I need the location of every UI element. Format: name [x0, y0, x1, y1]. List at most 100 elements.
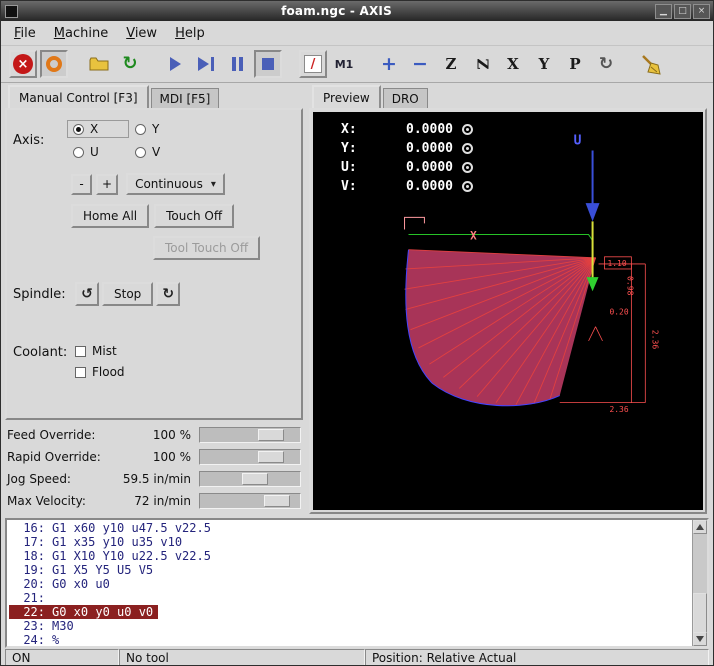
jog-minus-button[interactable]: - [71, 174, 92, 195]
view-x-icon: X [507, 55, 519, 73]
feed-override-label: Feed Override: [7, 428, 107, 442]
rotate-view-button[interactable]: ↻ [592, 50, 620, 78]
window-title: foam.ngc - AXIS [18, 4, 655, 18]
gcode-line[interactable]: 16:G1 x60 y10 u47.5 v22.5 [9, 521, 692, 535]
jog-mode-dropdown[interactable]: Continuous ▾ [126, 173, 225, 195]
gcode-line[interactable]: 21: [9, 591, 692, 605]
flood-checkbox[interactable]: Flood [75, 365, 125, 379]
dro-y-value: 0.0000 [365, 139, 453, 158]
pause-icon [232, 57, 243, 71]
axis-radio-y[interactable]: Y [129, 120, 191, 138]
dim-0-20-label: 0.20 [609, 307, 628, 316]
axis-radio-y-label: Y [152, 122, 159, 136]
run-button[interactable] [161, 50, 189, 78]
zoom-out-icon: − [412, 55, 428, 74]
scroll-up-icon[interactable] [693, 520, 707, 534]
titlebar[interactable]: foam.ngc - AXIS ▁ □ × [1, 1, 713, 21]
tool-touch-off-button: Tool Touch Off [153, 236, 260, 260]
main-area: Manual Control [F3] MDI [F5] Axis: X Y [1, 83, 713, 516]
skip-lines-button[interactable]: / [299, 50, 327, 78]
jog-speed-slider[interactable] [199, 471, 301, 487]
estop-button[interactable]: × [9, 50, 37, 78]
rotate-view-icon: ↻ [599, 54, 613, 74]
menu-help[interactable]: Help [166, 23, 214, 44]
tool-info-cell: No tool [119, 649, 365, 666]
feed-override-slider[interactable] [199, 427, 301, 443]
reload-button[interactable]: ↻ [116, 50, 144, 78]
gcode-line[interactable]: 24:% [9, 633, 692, 646]
gcode-line[interactable]: 17:G1 x35 y10 u35 v10 [9, 535, 692, 549]
broom-icon [640, 53, 662, 75]
radio-dot-icon [73, 147, 84, 158]
menu-machine[interactable]: Machine [45, 23, 117, 44]
gcode-listing: 16:G1 x60 y10 u47.5 v22.5 17:G1 x35 y10 … [5, 518, 709, 648]
machine-power-button[interactable] [40, 50, 68, 78]
slider-thumb[interactable] [258, 429, 284, 441]
preview-canvas[interactable]: 1.10 0.98 0.20 2.36 2.36 U X X: 0.0000 [313, 112, 703, 510]
max-velocity-label: Max Velocity: [7, 494, 107, 508]
window-icon [5, 5, 18, 18]
chevron-down-icon: ▾ [211, 179, 216, 190]
mist-checkbox[interactable]: Mist [75, 344, 125, 358]
tab-mdi[interactable]: MDI [F5] [151, 88, 220, 108]
home-all-button[interactable]: Home All [71, 204, 149, 228]
menu-view[interactable]: View [117, 23, 166, 44]
close-button[interactable]: × [693, 4, 710, 19]
rapid-override-slider[interactable] [199, 449, 301, 465]
machine-state-cell: ON [5, 649, 119, 666]
view-z-rotated-button[interactable]: Z [468, 50, 496, 78]
slider-thumb[interactable] [264, 495, 290, 507]
tab-dro[interactable]: DRO [383, 88, 428, 108]
view-x-button[interactable]: X [499, 50, 527, 78]
axis-label: Axis: [13, 133, 67, 148]
view-z-button[interactable]: Z [437, 50, 465, 78]
maximize-button[interactable]: □ [674, 4, 691, 19]
x-axis-label: X [470, 230, 477, 243]
axis-radio-v[interactable]: V [129, 143, 191, 161]
axis-radio-u[interactable]: U [67, 143, 129, 161]
optional-stop-button[interactable]: M1 [330, 50, 358, 78]
spindle-forward-button[interactable]: ↻ [156, 282, 180, 306]
max-velocity-value: 72 in/min [107, 494, 199, 508]
optional-stop-icon: M1 [335, 58, 354, 71]
view-y-button[interactable]: Y [530, 50, 558, 78]
dro-row-y: Y: 0.0000 [341, 139, 473, 158]
run-icon [170, 57, 181, 71]
gcode-line-active[interactable]: 22:G0 x0 y0 u0 v0 [9, 605, 692, 619]
view-perspective-button[interactable]: P [561, 50, 589, 78]
stop-button[interactable] [254, 50, 282, 78]
tab-manual-control[interactable]: Manual Control [F3] [8, 85, 149, 108]
axis-radio-x[interactable]: X [67, 120, 129, 138]
scroll-down-icon[interactable] [693, 632, 707, 646]
pause-button[interactable] [223, 50, 251, 78]
dro-readout: X: 0.0000 Y: 0.0000 U: 0.0000 [341, 120, 473, 196]
slider-thumb[interactable] [242, 473, 268, 485]
gcode-text[interactable]: 16:G1 x60 y10 u47.5 v22.5 17:G1 x35 y10 … [7, 520, 692, 646]
gcode-line[interactable]: 23:M30 [9, 619, 692, 633]
tab-preview[interactable]: Preview [312, 85, 381, 108]
open-file-button[interactable] [85, 50, 113, 78]
step-button[interactable] [192, 50, 220, 78]
clear-plot-button[interactable] [637, 50, 665, 78]
menu-file[interactable]: File [5, 23, 45, 44]
axis-radio-group: X Y U V [67, 120, 191, 161]
gcode-line[interactable]: 19:G1 X5 Y5 U5 V5 [9, 563, 692, 577]
overrides-section: Feed Override: 100 % Rapid Override: 100… [5, 420, 303, 514]
spindle-stop-button[interactable]: Stop [102, 282, 153, 306]
minimize-button[interactable]: ▁ [655, 4, 672, 19]
gcode-scrollbar[interactable] [692, 520, 707, 646]
dim-0-98-label: 0.98 [625, 276, 634, 296]
zoom-out-button[interactable]: − [406, 50, 434, 78]
gcode-line[interactable]: 18:G1 X10 Y10 u22.5 v22.5 [9, 549, 692, 563]
zoom-in-button[interactable]: + [375, 50, 403, 78]
gcode-line[interactable]: 20:G0 x0 u0 [9, 577, 692, 591]
slider-thumb[interactable] [258, 451, 284, 463]
estop-icon: × [13, 54, 33, 74]
u-axis-label: U [574, 133, 582, 148]
touch-off-button[interactable]: Touch Off [154, 204, 234, 228]
feed-override-value: 100 % [107, 428, 199, 442]
spindle-reverse-button[interactable]: ↺ [75, 282, 99, 306]
jog-plus-button[interactable]: + [96, 174, 118, 195]
dro-u-label: U: [341, 158, 365, 177]
max-velocity-slider[interactable] [199, 493, 301, 509]
